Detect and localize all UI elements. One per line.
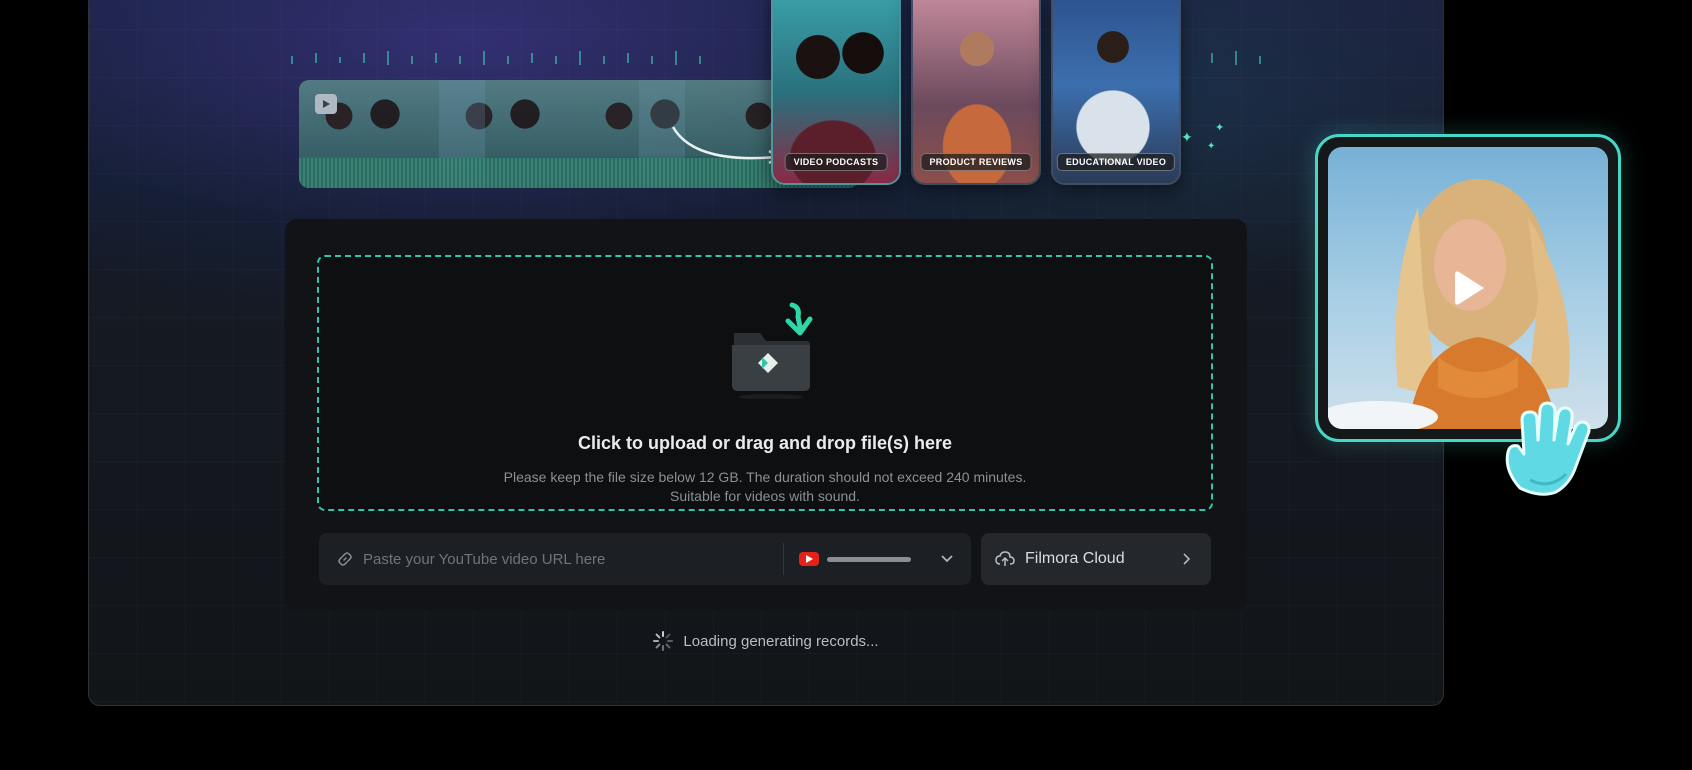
spinner-icon — [653, 631, 674, 651]
upload-title: Click to upload or drag and drop file(s)… — [577, 433, 953, 453]
youtube-icon — [799, 552, 819, 566]
timeline-tick — [459, 56, 461, 64]
link-icon — [338, 552, 352, 566]
category-label: PRODUCT REVIEWS — [920, 153, 1032, 171]
filmora-cloud-button[interactable]: Filmora Cloud — [981, 533, 1211, 585]
timeline-tick — [675, 51, 677, 65]
category-label: VIDEO PODCASTS — [784, 153, 888, 171]
hand-cursor-icon — [1505, 401, 1591, 496]
upload-hint-size: Please keep the file size below 12 GB. T… — [503, 469, 1027, 485]
timeline-tick — [579, 51, 581, 65]
timeline-tick — [507, 56, 509, 64]
sparkle-icon: ✦ — [1207, 141, 1216, 152]
timeline-tick — [411, 56, 413, 64]
upload-dropzone[interactable]: Click to upload or drag and drop file(s)… — [317, 255, 1213, 511]
timeline-tick — [291, 56, 293, 64]
loading-status: Loading generating records... — [89, 631, 1443, 651]
loading-text: Loading generating records... — [683, 632, 879, 650]
film-frame — [299, 80, 439, 156]
sparkle-icon: ✦ — [1215, 122, 1225, 134]
upload-hint-sound: Suitable for videos with sound. — [670, 488, 860, 504]
cloud-upload-icon — [995, 551, 1015, 566]
timeline-tick — [1259, 56, 1261, 64]
play-button[interactable] — [1442, 262, 1494, 314]
video-preview-card — [1315, 134, 1621, 442]
timeline-tick — [363, 53, 365, 63]
play-icon — [315, 94, 337, 114]
platform-select[interactable] — [799, 543, 959, 575]
divider — [783, 543, 784, 575]
timeline-tick — [387, 51, 389, 65]
timeline-tick — [483, 51, 485, 65]
category-card-product-reviews: PRODUCT REVIEWS — [911, 0, 1041, 185]
category-card-educational-video: EDUCATIONAL VIDEO — [1051, 0, 1181, 185]
chevron-right-icon — [1183, 553, 1191, 565]
timeline-tick — [555, 56, 557, 64]
app-window: VIDEO PODCASTS PRODUCT REVIEWS EDUCATION… — [88, 0, 1444, 706]
timeline-tick — [651, 56, 653, 64]
preview-thumbnail — [1328, 147, 1608, 429]
category-label: EDUCATIONAL VIDEO — [1056, 153, 1176, 171]
sparkle-icon: ✦ — [1181, 129, 1193, 145]
youtube-url-bar — [319, 533, 971, 585]
chevron-down-icon — [941, 555, 953, 563]
timeline-tick — [339, 57, 341, 63]
platform-name-placeholder — [827, 556, 911, 562]
timeline-tick — [315, 53, 317, 63]
upload-panel: Click to upload or drag and drop file(s)… — [285, 219, 1247, 611]
timeline-tick — [1211, 53, 1213, 63]
timeline-tick — [435, 53, 437, 63]
timeline-tick — [531, 53, 533, 63]
feature-banner: VIDEO PODCASTS PRODUCT REVIEWS EDUCATION… — [89, 0, 1443, 211]
timeline-tick — [627, 53, 629, 63]
timeline-tick — [1235, 51, 1237, 65]
timeline-tick — [699, 56, 701, 64]
youtube-url-input[interactable] — [361, 549, 765, 569]
folder-upload-icon — [732, 302, 813, 399]
category-card-video-podcasts: VIDEO PODCASTS — [771, 0, 901, 185]
filmora-cloud-label: Filmora Cloud — [1025, 550, 1125, 567]
timeline-tick — [603, 56, 605, 64]
